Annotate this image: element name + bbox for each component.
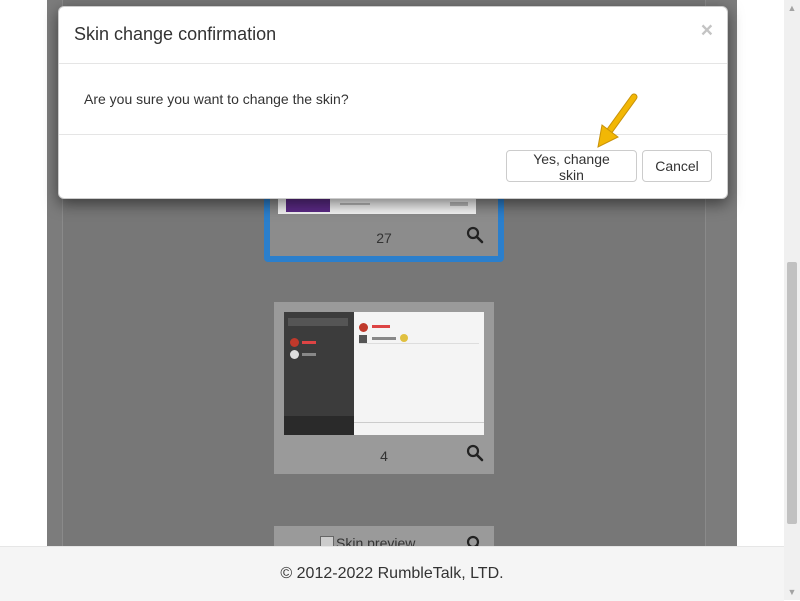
close-icon[interactable]: × bbox=[701, 19, 713, 43]
skin-preview-thumbnail bbox=[284, 312, 484, 435]
search-icon[interactable] bbox=[466, 226, 484, 244]
search-icon[interactable] bbox=[466, 444, 484, 462]
right-margin bbox=[737, 0, 784, 546]
skin-preview-alt-text: Skin preview bbox=[336, 535, 416, 546]
footer: © 2012-2022 RumbleTalk, LTD. bbox=[0, 546, 784, 601]
left-margin bbox=[0, 0, 47, 546]
skin-card[interactable]: 4 bbox=[274, 302, 494, 474]
skin-card[interactable]: Skin preview bbox=[274, 526, 494, 546]
scroll-up-icon[interactable]: ▲ bbox=[784, 0, 800, 16]
scroll-down-icon[interactable]: ▼ bbox=[784, 584, 800, 600]
skin-card-selected[interactable]: 27 bbox=[264, 188, 504, 262]
broken-image-icon bbox=[320, 536, 334, 546]
skin-number: 4 bbox=[380, 448, 388, 464]
modal-title: Skin change confirmation bbox=[74, 24, 277, 44]
pointer-arrow-icon bbox=[597, 93, 638, 148]
confirmation-message: Are you sure you want to change the skin… bbox=[84, 91, 349, 107]
copyright-text: © 2012-2022 RumbleTalk, LTD. bbox=[280, 565, 504, 582]
confirm-change-skin-button[interactable]: Yes, change skin bbox=[506, 150, 637, 183]
modal-header: Skin change confirmation × bbox=[59, 7, 727, 64]
search-icon[interactable] bbox=[466, 535, 484, 546]
skin-number: 27 bbox=[376, 230, 392, 246]
scrollbar-thumb[interactable] bbox=[787, 262, 797, 524]
cancel-button[interactable]: Cancel bbox=[642, 150, 712, 182]
vertical-scrollbar[interactable]: ▲ ▼ bbox=[784, 0, 800, 600]
